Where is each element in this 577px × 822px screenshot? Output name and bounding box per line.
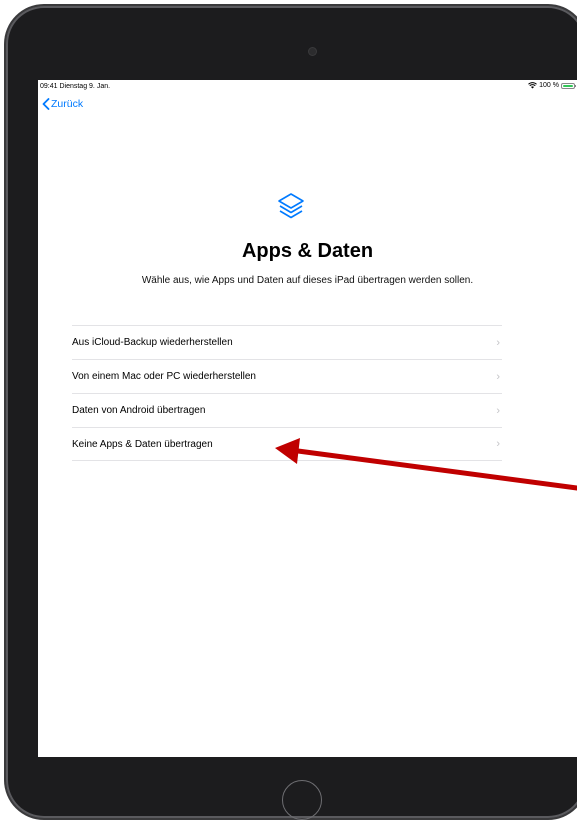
chevron-right-icon: › xyxy=(496,404,500,417)
chevron-right-icon: › xyxy=(496,370,500,383)
back-button[interactable]: Zurück xyxy=(42,98,83,110)
option-no-transfer[interactable]: Keine Apps & Daten übertragen › xyxy=(72,427,502,461)
status-time-date: 09:41 Dienstag 9. Jan. xyxy=(40,83,111,90)
page-title: Apps & Daten xyxy=(241,240,374,262)
battery-percent: 100 % xyxy=(539,82,559,89)
chevron-left-icon xyxy=(42,98,50,110)
stacked-layers-icon xyxy=(278,193,304,219)
option-icloud-backup[interactable]: Aus iCloud-Backup wiederherstellen › xyxy=(72,325,502,359)
battery-icon xyxy=(561,82,576,89)
option-label: Aus iCloud-Backup wiederherstellen xyxy=(72,337,233,348)
option-mac-pc[interactable]: Von einem Mac oder PC wiederherstellen › xyxy=(72,359,502,393)
option-android[interactable]: Daten von Android übertragen › xyxy=(72,393,502,427)
option-label: Keine Apps & Daten übertragen xyxy=(72,438,213,450)
front-camera xyxy=(309,48,316,55)
back-button-label: Zurück xyxy=(51,98,84,110)
option-label: Von einem Mac oder PC wiederherstellen xyxy=(72,371,256,382)
status-indicators: 100 % xyxy=(528,82,576,89)
status-bar: 09:41 Dienstag 9. Jan. 100 % xyxy=(38,80,577,94)
chevron-right-icon: › xyxy=(496,438,500,450)
chevron-right-icon: › xyxy=(496,336,500,349)
option-label: Daten von Android übertragen xyxy=(72,405,206,416)
ipad-screen: 09:41 Dienstag 9. Jan. 100 % Zurück Apps… xyxy=(38,80,577,757)
page-subtitle: Wähle aus, wie Apps und Daten auf dieses… xyxy=(141,275,474,286)
transfer-options-list: Aus iCloud-Backup wiederherstellen › Von… xyxy=(72,325,502,461)
home-button[interactable] xyxy=(282,780,322,820)
wifi-icon xyxy=(528,82,537,89)
